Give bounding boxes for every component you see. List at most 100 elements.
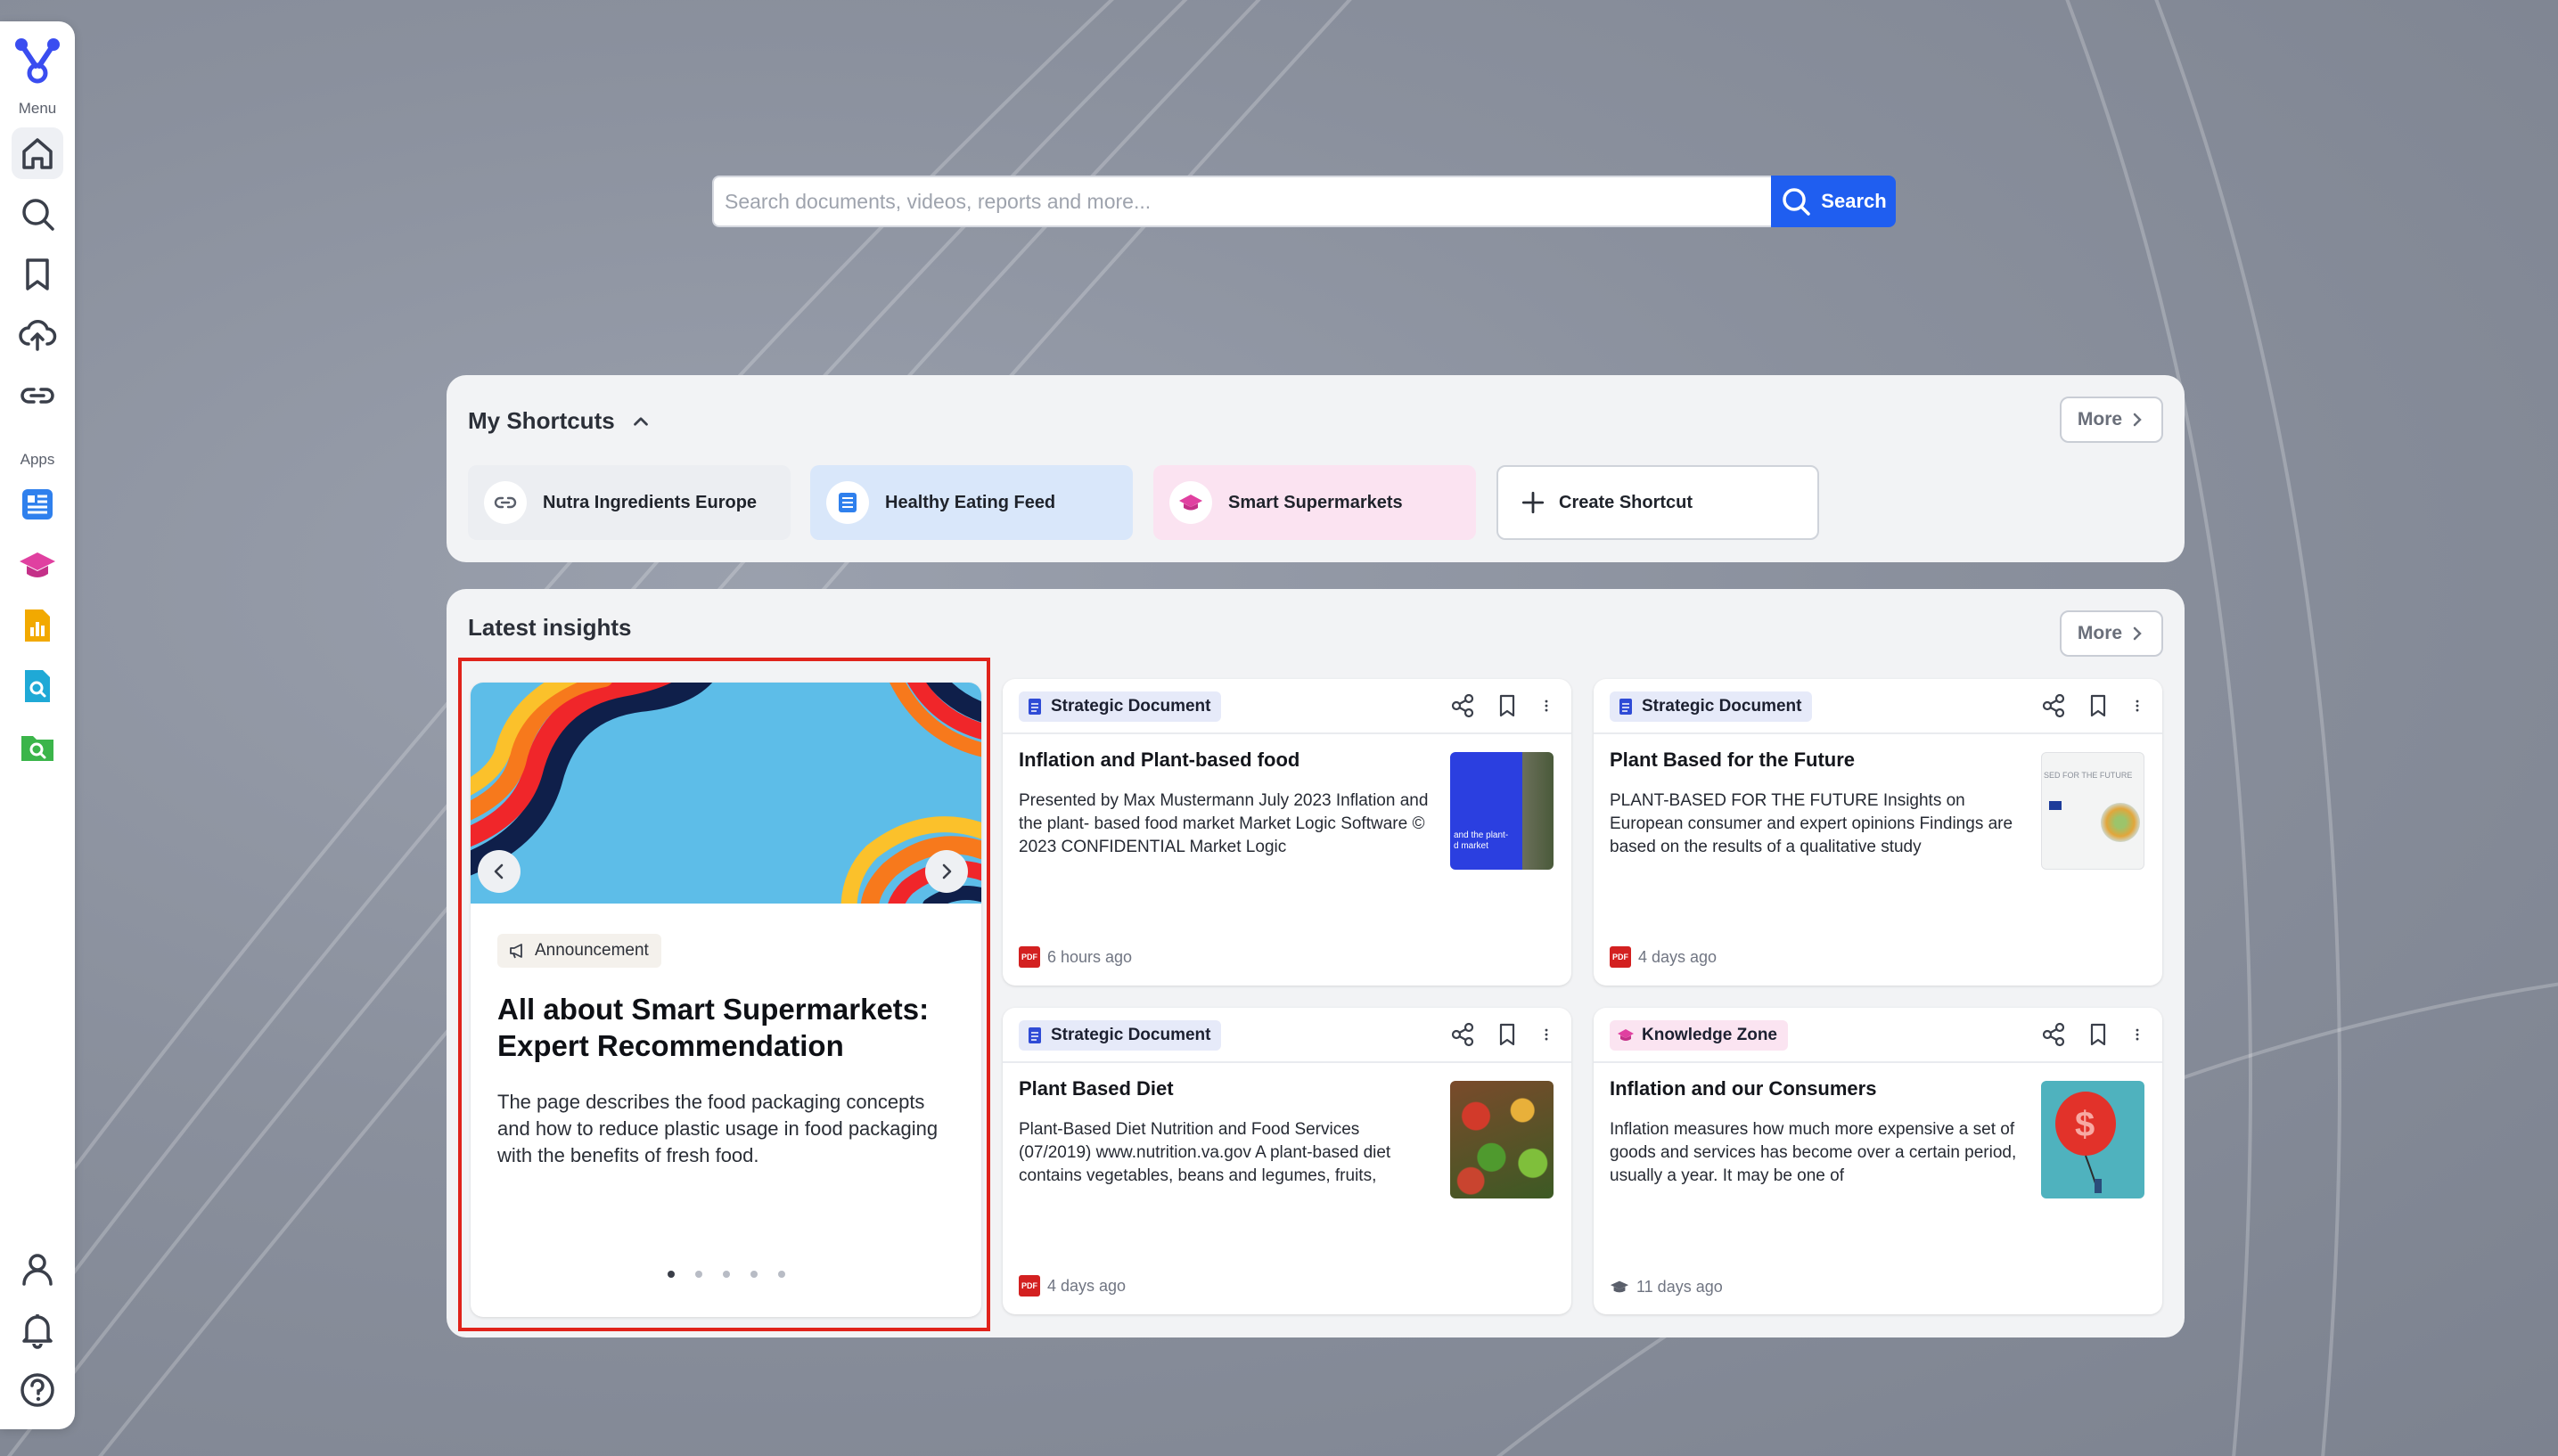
card-title[interactable]: Plant Based Diet <box>1019 1077 1174 1100</box>
shortcut-smart-supermarkets[interactable]: Smart Supermarkets <box>1153 465 1476 540</box>
carousel-dot[interactable] <box>694 1271 702 1278</box>
card-header: Knowledge Zone <box>1594 1008 2162 1063</box>
shortcuts-panel: My Shortcuts More Nutra Ingredients Euro… <box>447 375 2185 562</box>
nav-profile[interactable] <box>12 1243 63 1295</box>
search-input[interactable] <box>712 176 1771 227</box>
shortcut-icon <box>1169 481 1212 524</box>
nav-notifications[interactable] <box>12 1304 63 1355</box>
bookmark-icon[interactable] <box>2084 1020 2112 1049</box>
reports-app-icon <box>25 609 50 642</box>
bookmark-icon[interactable] <box>1493 691 1521 720</box>
app-knowledge-zone[interactable] <box>12 539 63 591</box>
announcement-tag: Announcement <box>497 934 661 968</box>
pdf-icon: PDF <box>1019 946 1040 968</box>
nav-links[interactable] <box>12 370 63 421</box>
home-icon <box>22 138 53 169</box>
tag-label: Strategic Document <box>1051 697 1211 716</box>
share-icon[interactable] <box>1448 1020 1477 1049</box>
nav-bookmarks[interactable] <box>12 249 63 300</box>
thumbnail-caption: and the plant- d market <box>1454 830 1509 851</box>
announcement-label: Announcement <box>535 941 649 960</box>
chevron-right-icon <box>2133 413 2142 427</box>
featured-announcement-card[interactable]: Announcement All about Smart Supermarket… <box>471 683 981 1317</box>
share-icon[interactable] <box>2039 1020 2068 1049</box>
upload-cloud-icon <box>19 320 57 351</box>
menu-section-label: Menu <box>18 100 57 117</box>
knowledge-zone-small-icon <box>1610 1280 1629 1293</box>
more-label: More <box>2077 409 2123 429</box>
card-actions <box>1448 1020 1555 1049</box>
plus-icon <box>1521 491 1545 514</box>
card-title[interactable]: Inflation and Plant-based food <box>1019 748 1299 772</box>
carousel-dot[interactable] <box>722 1271 730 1278</box>
search-button[interactable]: Search <box>1771 176 1896 227</box>
card-time: 4 days ago <box>1047 1276 1127 1295</box>
tag-label: Knowledge Zone <box>1642 1026 1777 1044</box>
shortcut-nutra-ingredients[interactable]: Nutra Ingredients Europe <box>468 465 791 540</box>
insight-card[interactable]: Strategic Document Plant Based Diet Plan… <box>1003 1008 1571 1314</box>
app-document-search[interactable] <box>12 660 63 712</box>
banner-artwork <box>471 683 981 940</box>
card-actions <box>2039 1020 2146 1049</box>
knowledge-zone-icon <box>20 552 55 577</box>
salad-image <box>2101 803 2140 842</box>
shortcuts-more-button[interactable]: More <box>2060 397 2163 443</box>
card-footer: PDF 4 days ago <box>1610 946 1717 968</box>
balloon-image: $ <box>2055 1092 2116 1193</box>
bookmark-icon[interactable] <box>1493 1020 1521 1049</box>
app-logo[interactable] <box>11 32 64 87</box>
megaphone-icon <box>510 944 522 959</box>
tag-label: Strategic Document <box>1051 1026 1211 1044</box>
document-icon <box>1029 1027 1041 1043</box>
chevron-left-icon <box>494 863 504 879</box>
chevron-right-icon <box>2133 626 2142 641</box>
shortcut-healthy-eating-feed[interactable]: Healthy Eating Feed <box>810 465 1133 540</box>
card-footer: 11 days ago <box>1610 1277 1723 1296</box>
link-icon <box>494 496 517 509</box>
card-description: Plant-Based Diet Nutrition and Food Serv… <box>1019 1120 1391 1185</box>
insights-more-button[interactable]: More <box>2060 610 2163 657</box>
carousel-prev-button[interactable] <box>478 850 521 893</box>
card-title[interactable]: Inflation and our Consumers <box>1610 1077 1876 1100</box>
more-options-icon[interactable] <box>1537 691 1555 720</box>
insight-card[interactable]: Strategic Document Inflation and Plant-b… <box>1003 679 1571 986</box>
more-options-icon[interactable] <box>2128 1020 2146 1049</box>
insight-card[interactable]: Strategic Document Plant Based for the F… <box>1594 679 2162 986</box>
carousel-dot[interactable] <box>777 1271 785 1278</box>
more-label: More <box>2077 623 2123 643</box>
svg-text:$: $ <box>2075 1105 2095 1144</box>
more-options-icon[interactable] <box>2128 691 2146 720</box>
share-icon[interactable] <box>1448 691 1477 720</box>
carousel-dot[interactable] <box>667 1271 675 1278</box>
app-news[interactable] <box>12 479 63 530</box>
shortcut-icon <box>484 481 527 524</box>
nav-search[interactable] <box>12 188 63 240</box>
nav-help[interactable] <box>12 1364 63 1416</box>
card-time: 4 days ago <box>1638 947 1718 966</box>
strategic-document-tag: Strategic Document <box>1019 1020 1222 1051</box>
bookmark-icon[interactable] <box>2084 691 2112 720</box>
app-folder-search[interactable] <box>12 721 63 773</box>
nav-upload[interactable] <box>12 309 63 361</box>
carousel-dot[interactable] <box>750 1271 758 1278</box>
featured-banner <box>471 683 981 940</box>
apps-section-label: Apps <box>20 451 55 468</box>
document-search-app-icon <box>25 670 50 702</box>
share-icon[interactable] <box>2039 691 2068 720</box>
pdf-icon: PDF <box>1019 1275 1040 1296</box>
shortcut-label: Nutra Ingredients Europe <box>543 492 758 512</box>
flag-icon <box>2049 801 2062 810</box>
nav-home[interactable] <box>12 127 63 179</box>
carousel-next-button[interactable] <box>925 850 968 893</box>
card-title[interactable]: Plant Based for the Future <box>1610 748 1855 772</box>
search-icon <box>22 199 54 231</box>
more-options-icon[interactable] <box>1537 1020 1555 1049</box>
create-shortcut-button[interactable]: Create Shortcut <box>1496 465 1819 540</box>
featured-title[interactable]: All about Smart Supermarkets: Expert Rec… <box>497 991 961 1064</box>
latest-insights-title: Latest insights <box>468 614 632 641</box>
shortcut-icon <box>826 481 869 524</box>
card-description: PLANT-BASED FOR THE FUTURE Insights on E… <box>1610 791 2013 856</box>
app-reports[interactable] <box>12 600 63 651</box>
insight-card[interactable]: Knowledge Zone Inflation and our Consume… <box>1594 1008 2162 1314</box>
chevron-up-icon[interactable] <box>629 410 652 433</box>
